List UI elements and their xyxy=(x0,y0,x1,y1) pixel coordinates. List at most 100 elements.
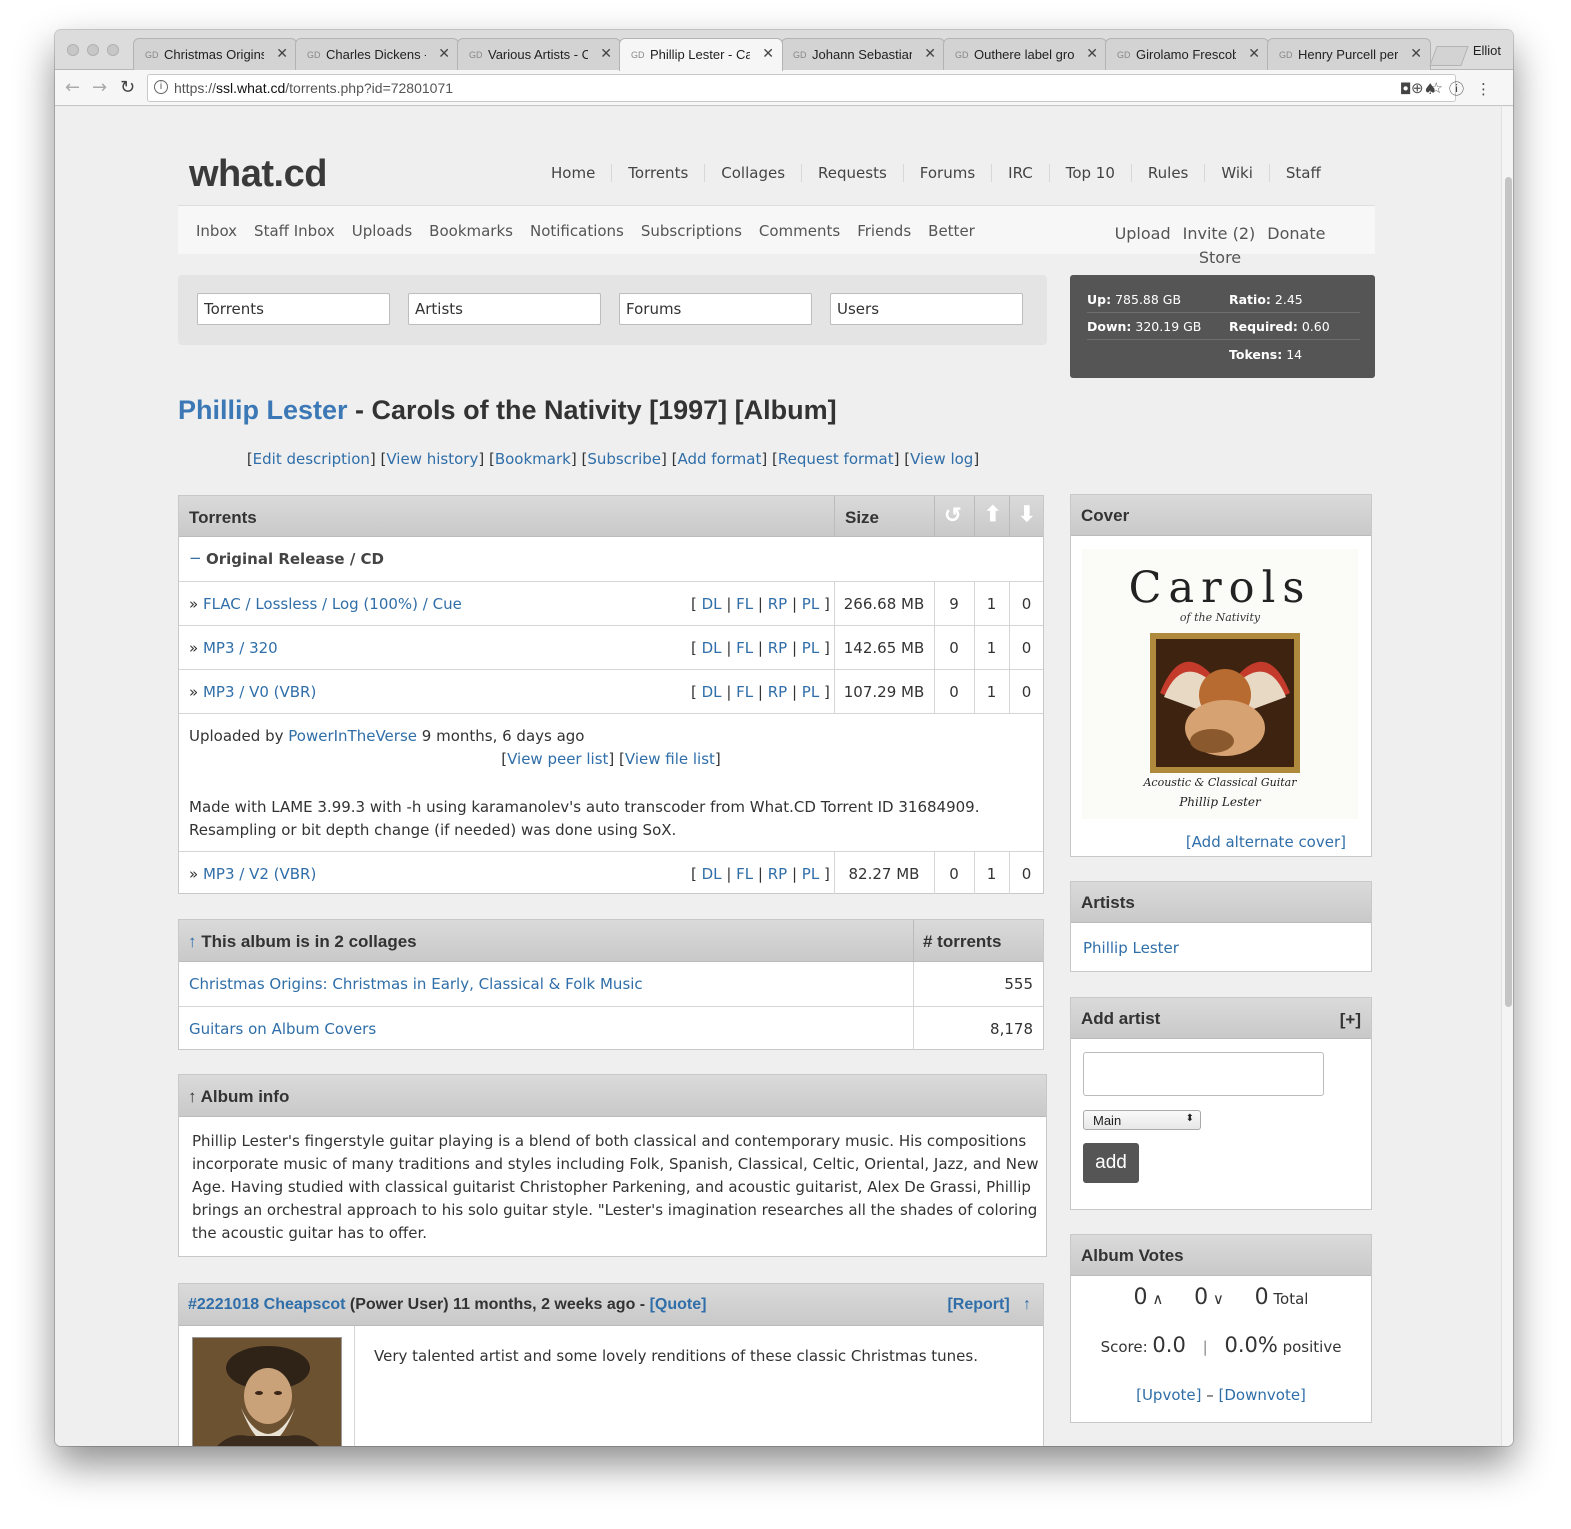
search-forums-input[interactable] xyxy=(619,293,812,325)
uploader-link[interactable]: PowerInTheVerse xyxy=(288,727,417,745)
permalink-link[interactable]: PL xyxy=(802,639,819,657)
nav-collages[interactable]: Collages xyxy=(704,164,801,182)
close-icon[interactable]: ✕ xyxy=(600,45,612,62)
close-window-button[interactable] xyxy=(67,44,79,56)
view-peer-list-link[interactable]: View peer list xyxy=(507,750,608,768)
torrent-format-link[interactable]: MP3 / V0 (VBR) xyxy=(203,683,316,701)
close-icon[interactable]: ✕ xyxy=(1248,45,1260,62)
download-link[interactable]: DL xyxy=(702,595,722,613)
user-nav-bookmarks[interactable]: Bookmarks xyxy=(429,222,513,240)
close-icon[interactable]: ✕ xyxy=(1086,45,1098,62)
donate-link[interactable]: Donate xyxy=(1267,224,1325,243)
back-arrow-icon[interactable]: ← xyxy=(65,77,80,98)
browser-tab[interactable]: GD Christmas Origins: ✕ xyxy=(133,38,297,70)
close-icon[interactable]: ✕ xyxy=(438,45,450,62)
user-nav-friends[interactable]: Friends xyxy=(857,222,911,240)
report-link[interactable]: RP xyxy=(768,865,787,883)
add-format-link[interactable]: Add format xyxy=(678,450,762,468)
address-bar[interactable]: i https://ssl.what.cd/torrents.php?id=72… xyxy=(147,74,1456,102)
add-artist-button[interactable]: add xyxy=(1083,1143,1139,1183)
browser-tab[interactable]: GDCharles Dickens - A✕ xyxy=(295,38,459,70)
close-icon[interactable]: ✕ xyxy=(1410,45,1422,62)
artist-link[interactable]: Phillip Lester xyxy=(1083,939,1179,957)
collage-link[interactable]: Guitars on Album Covers xyxy=(189,1020,376,1038)
permalink-link[interactable]: PL xyxy=(802,595,819,613)
search-torrents-input[interactable] xyxy=(197,293,390,325)
view-history-link[interactable]: View history xyxy=(386,450,478,468)
scroll-top-arrow-icon[interactable]: ↑ xyxy=(1023,1296,1031,1313)
close-icon[interactable]: ✕ xyxy=(276,45,288,62)
quote-link[interactable]: [Quote] xyxy=(650,1296,707,1313)
add-alternate-cover-link[interactable]: [Add alternate cover] xyxy=(1186,833,1346,851)
nav-rules[interactable]: Rules xyxy=(1130,164,1204,182)
edit-description-link[interactable]: Edit description xyxy=(253,450,370,468)
browser-tab-active[interactable]: GD Phillip Lester - Car ✕ xyxy=(619,38,783,71)
freeleech-link[interactable]: FL xyxy=(736,865,753,883)
view-log-link[interactable]: View log xyxy=(910,450,973,468)
artist-role-select[interactable]: Main ⬍ xyxy=(1083,1110,1201,1130)
close-icon[interactable]: ✕ xyxy=(924,45,936,62)
torrent-format-link[interactable]: MP3 / 320 xyxy=(203,639,278,657)
nav-requests[interactable]: Requests xyxy=(801,164,903,182)
download-link[interactable]: DL xyxy=(702,683,722,701)
pocket-extension-icon[interactable]: ◘ xyxy=(1400,80,1424,98)
downvote-link[interactable]: [Downvote] xyxy=(1219,1386,1306,1404)
report-comment-link[interactable]: [Report] xyxy=(947,1296,1009,1313)
close-icon[interactable]: ✕ xyxy=(762,45,774,62)
freeleech-link[interactable]: FL xyxy=(736,595,753,613)
forward-arrow-icon[interactable]: → xyxy=(92,77,107,98)
user-nav-comments[interactable]: Comments xyxy=(759,222,840,240)
report-link[interactable]: RP xyxy=(768,639,787,657)
report-link[interactable]: RP xyxy=(768,683,787,701)
subscribe-link[interactable]: Subscribe xyxy=(587,450,661,468)
evernote-extension-icon[interactable]: ♠ xyxy=(1424,80,1449,98)
comment-author-link[interactable]: Cheapscot xyxy=(264,1296,346,1313)
upvote-link[interactable]: [Upvote] xyxy=(1136,1386,1201,1404)
store-link[interactable]: Store xyxy=(1199,248,1241,267)
browser-tab[interactable]: GDHenry Purcell perfo✕ xyxy=(1267,38,1431,70)
freeleech-link[interactable]: FL xyxy=(736,639,753,657)
scrollbar-thumb[interactable] xyxy=(1505,177,1512,1007)
collapse-arrow-icon[interactable]: ↑ xyxy=(188,932,197,951)
extension-info-icon[interactable]: ⓘ xyxy=(1449,80,1476,98)
page-scrollbar[interactable] xyxy=(1501,107,1513,1446)
permalink-link[interactable]: PL xyxy=(802,865,819,883)
download-link[interactable]: DL xyxy=(702,639,722,657)
menu-dots-icon[interactable]: ⋮ xyxy=(1476,80,1503,98)
torrent-format-link[interactable]: FLAC / Lossless / Log (100%) / Cue xyxy=(203,595,462,613)
report-link[interactable]: RP xyxy=(768,595,787,613)
nav-forums[interactable]: Forums xyxy=(902,164,991,182)
freeleech-link[interactable]: FL xyxy=(736,683,753,701)
nav-staff[interactable]: Staff xyxy=(1268,164,1337,182)
invite-link[interactable]: Invite (2) xyxy=(1183,224,1256,243)
user-nav-staff-inbox[interactable]: Staff Inbox xyxy=(254,222,335,240)
view-file-list-link[interactable]: View file list xyxy=(625,750,715,768)
nav-irc[interactable]: IRC xyxy=(991,164,1049,182)
browser-tab[interactable]: GDJohann Sebastian B✕ xyxy=(781,38,945,70)
download-link[interactable]: DL xyxy=(702,865,722,883)
user-nav-subscriptions[interactable]: Subscriptions xyxy=(641,222,742,240)
zoom-window-button[interactable] xyxy=(107,44,119,56)
collapse-toggle[interactable]: − xyxy=(189,549,202,567)
nav-top10[interactable]: Top 10 xyxy=(1048,164,1131,182)
user-nav-uploads[interactable]: Uploads xyxy=(352,222,412,240)
album-cover-image[interactable]: Carols of the Nativity Acoustic & Classi… xyxy=(1082,549,1358,819)
browser-tab[interactable]: GD Outhere label grou ✕ xyxy=(943,38,1107,70)
nav-wiki[interactable]: Wiki xyxy=(1204,164,1269,182)
search-users-input[interactable] xyxy=(830,293,1023,325)
comment-id-link[interactable]: #2221018 xyxy=(188,1296,259,1313)
bookmark-link[interactable]: Bookmark xyxy=(495,450,571,468)
upload-link[interactable]: Upload xyxy=(1115,224,1171,243)
site-logo[interactable]: what.cd xyxy=(189,153,327,196)
add-artist-expand-button[interactable]: [+] xyxy=(1340,1010,1361,1030)
nav-home[interactable]: Home xyxy=(535,164,611,182)
user-nav-notifications[interactable]: Notifications xyxy=(530,222,624,240)
profile-name[interactable]: Elliot xyxy=(1473,43,1501,58)
info-icon[interactable]: i xyxy=(154,80,168,94)
nav-torrents[interactable]: Torrents xyxy=(611,164,704,182)
reload-icon[interactable]: ↻ xyxy=(120,77,135,98)
torrent-format-link[interactable]: MP3 / V2 (VBR) xyxy=(203,865,316,883)
collapse-arrow-icon[interactable]: ↑ xyxy=(188,1087,197,1106)
minimize-window-button[interactable] xyxy=(87,44,99,56)
user-nav-better[interactable]: Better xyxy=(928,222,975,240)
